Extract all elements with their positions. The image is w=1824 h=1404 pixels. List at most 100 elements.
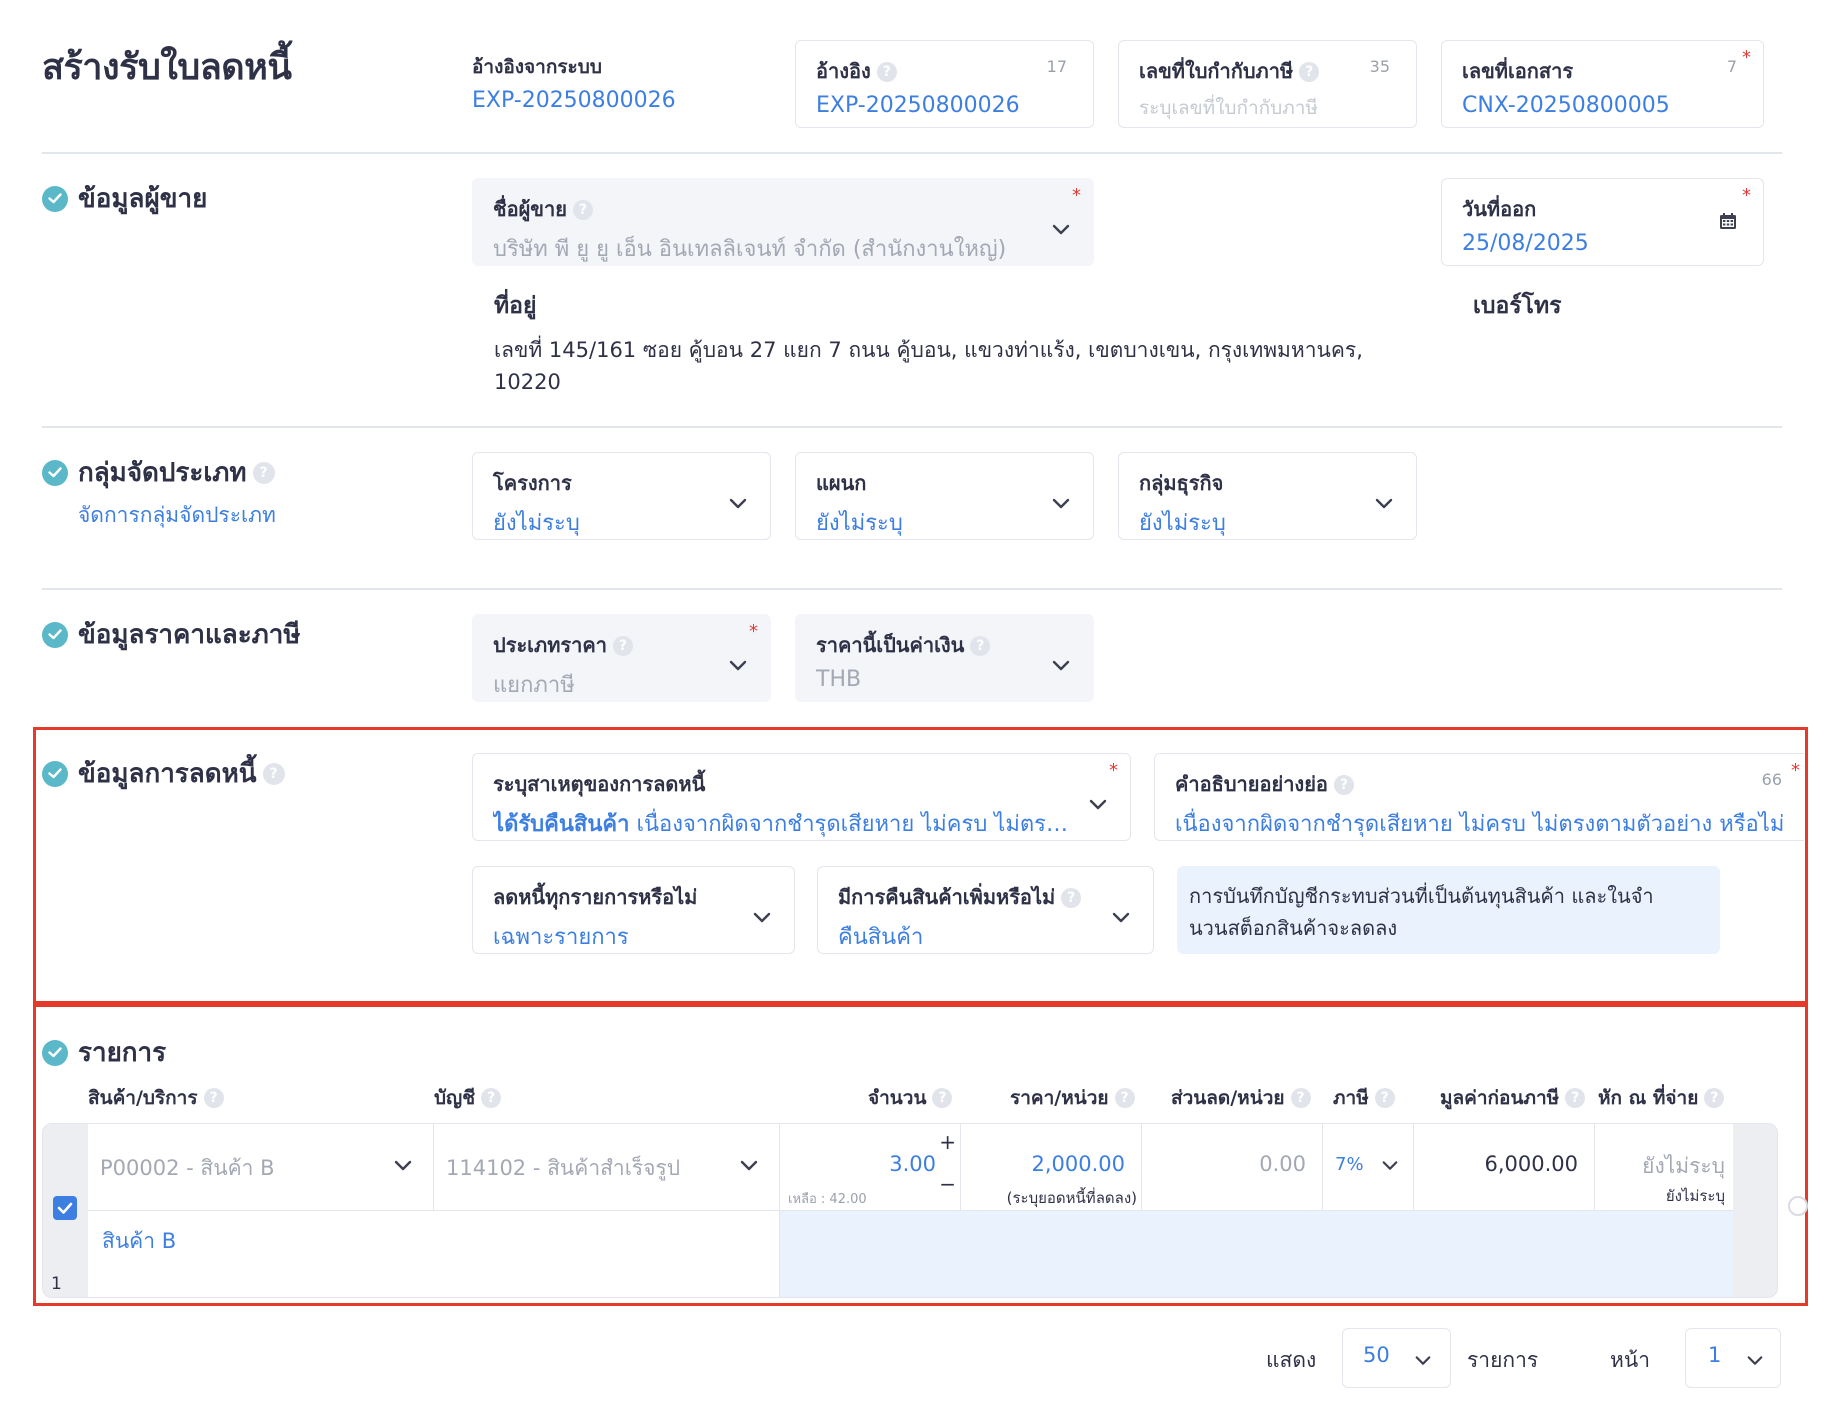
credit-reason-select[interactable]: ระบุสาเหตุของการลดหนี้ * ได้รับคืนสินค้า…: [472, 753, 1131, 841]
column-header-product: สินค้า/บริการ?: [88, 1083, 224, 1113]
return-goods-select[interactable]: มีการคืนสินค้าเพิ่มหรือไม่? คืนสินค้า: [817, 866, 1154, 954]
business-group-value: ยังไม่ระบุ: [1139, 511, 1226, 536]
withholding-value: ยังไม่ระบุ: [1642, 1154, 1725, 1178]
decrement-button[interactable]: −: [939, 1172, 956, 1196]
product-select[interactable]: P00002 - สินค้า B: [88, 1124, 434, 1210]
column-header-withholding: หัก ณ ที่จ่าย?: [1598, 1083, 1725, 1113]
help-icon[interactable]: ?: [1290, 1088, 1311, 1108]
page-size-value: 50: [1363, 1343, 1390, 1367]
increment-button[interactable]: +: [939, 1130, 956, 1154]
section-title: ข้อมูลผู้ขาย: [78, 184, 208, 214]
discount-field[interactable]: 0.00: [1142, 1124, 1323, 1210]
help-icon[interactable]: ?: [932, 1088, 953, 1108]
issue-date-field[interactable]: วันที่ออก * 25/08/2025: [1441, 178, 1764, 266]
account-value: 114102 - สินค้าสำเร็จรูป: [446, 1156, 681, 1180]
help-icon[interactable]: ?: [481, 1088, 502, 1108]
help-icon[interactable]: ?: [612, 636, 633, 656]
all-items-value: เฉพาะรายการ: [493, 925, 629, 950]
column-header-account: บัญชี?: [434, 1083, 502, 1113]
divider: [42, 588, 1782, 590]
row-handle-icon[interactable]: [1788, 1196, 1808, 1216]
credit-reason-value: ได้รับคืนสินค้า เนื่องจากผิดจากชำรุดเสีย…: [493, 812, 1078, 837]
calendar-icon[interactable]: [1719, 212, 1737, 230]
department-label: แผนก: [816, 471, 867, 495]
department-value: ยังไม่ระบุ: [816, 511, 903, 536]
help-icon[interactable]: ?: [1333, 775, 1354, 795]
tax-select[interactable]: 7%: [1323, 1124, 1414, 1210]
seller-name-select[interactable]: ชื่อผู้ขาย? * บริษัท พี ยู ยู เอ็น อินเท…: [472, 178, 1094, 266]
row-index: 1: [51, 1274, 62, 1294]
withholding-sub: ยังไม่ระบุ: [1665, 1187, 1725, 1205]
pricing-section-header: ข้อมูลราคาและภาษี: [42, 614, 301, 655]
help-icon[interactable]: ?: [1299, 62, 1320, 82]
account-select[interactable]: 114102 - สินค้าสำเร็จรูป: [434, 1124, 780, 1210]
project-select[interactable]: โครงการ ยังไม่ระบุ: [472, 452, 771, 540]
help-icon[interactable]: ?: [572, 200, 593, 220]
checkmark-icon: [57, 1202, 73, 1214]
help-icon[interactable]: ?: [262, 762, 285, 785]
chevron-down-icon: [1747, 1356, 1763, 1365]
help-icon[interactable]: ?: [1704, 1088, 1725, 1108]
help-icon[interactable]: ?: [252, 461, 275, 484]
pre-tax-value: 6,000.00: [1484, 1152, 1578, 1176]
required-mark: *: [1742, 47, 1751, 68]
unit-price-field[interactable]: 2,000.00 (ระบุยอดหนี้ที่ลดลง): [961, 1124, 1142, 1210]
price-type-select[interactable]: ประเภทราคา? * แยกภาษี: [472, 614, 771, 702]
short-description-label: คำอธิบายอย่างย่อ?: [1175, 768, 1784, 800]
item-detail-area: [780, 1210, 1733, 1297]
price-type-label: ประเภทราคา?: [493, 629, 750, 661]
quantity-stepper[interactable]: 3.00 + − เหลือ : 42.00: [780, 1124, 961, 1210]
currency-value: THB: [816, 667, 862, 692]
manage-category-link[interactable]: จัดการกลุ่มจัดประเภท: [78, 499, 276, 532]
accounting-note-line-2: นวนสต็อกสินค้าจะลดลง: [1189, 916, 1398, 940]
reference-field[interactable]: อ้างอิง? 17 EXP-20250800026: [795, 40, 1094, 128]
check-circle-icon: [42, 760, 68, 787]
divider: [42, 152, 1782, 154]
help-icon[interactable]: ?: [1114, 1088, 1135, 1108]
help-icon[interactable]: ?: [970, 636, 991, 656]
column-header-discount: ส่วนลด/หน่วย?: [1171, 1083, 1311, 1113]
department-select[interactable]: แผนก ยังไม่ระบุ: [795, 452, 1094, 540]
chevron-down-icon: [394, 1160, 412, 1171]
char-count: 35: [1369, 57, 1390, 76]
required-mark: *: [1109, 760, 1118, 781]
help-icon[interactable]: ?: [1374, 1088, 1395, 1108]
project-label: โครงการ: [493, 471, 572, 495]
phone-label: เบอร์โทร: [1473, 293, 1562, 319]
business-group-select[interactable]: กลุ่มธุรกิจ ยังไม่ระบุ: [1118, 452, 1417, 540]
withholding-select[interactable]: ยังไม่ระบุ ยังไม่ระบุ: [1595, 1124, 1733, 1210]
check-circle-icon: [42, 1039, 68, 1066]
help-icon[interactable]: ?: [1061, 888, 1082, 908]
help-icon[interactable]: ?: [1565, 1088, 1586, 1108]
address-line-2: 10220: [494, 370, 561, 394]
tax-value: 7%: [1335, 1154, 1364, 1175]
items-section-header: รายการ: [42, 1032, 166, 1073]
document-number-field[interactable]: เลขที่เอกสาร 7 * CNX-20250800005: [1441, 40, 1764, 128]
required-mark: *: [749, 621, 758, 642]
project-value: ยังไม่ระบุ: [493, 511, 580, 536]
chevron-down-icon: [1052, 660, 1070, 671]
short-description-field[interactable]: คำอธิบายอย่างย่อ? 66 * เนื่องจากผิดจากชำ…: [1154, 753, 1804, 841]
tax-invoice-field[interactable]: เลขที่ใบกำกับภาษี? 35 ระบุเลขที่ใบกำกับภ…: [1118, 40, 1417, 128]
credit-reason-label: ระบุสาเหตุของการลดหนี้: [493, 772, 706, 796]
char-count: 7: [1726, 57, 1737, 76]
help-icon[interactable]: ?: [876, 62, 897, 82]
page-title: สร้างรับใบลดหนี้: [42, 47, 292, 88]
check-circle-icon: [42, 621, 68, 648]
chevron-down-icon: [729, 660, 747, 671]
divider: [42, 426, 1782, 428]
accounting-note-line-1: การบันทึกบัญชีกระทบส่วนที่เป็นต้นทุนสินค…: [1189, 884, 1654, 908]
reference-label: อ้างอิง?: [816, 55, 1073, 87]
unit-price-note: (ระบุยอดหนี้ที่ลดลง): [1006, 1189, 1137, 1207]
item-description-field[interactable]: สินค้า B: [88, 1210, 780, 1297]
currency-select[interactable]: ราคานี้เป็นค่าเงิน? THB: [795, 614, 1094, 702]
row-checkbox[interactable]: [53, 1196, 77, 1220]
page-size-select[interactable]: 50: [1342, 1328, 1451, 1388]
all-items-select[interactable]: ลดหนี้ทุกรายการหรือไม่ เฉพาะรายการ: [472, 866, 795, 954]
help-icon[interactable]: ?: [203, 1088, 224, 1108]
short-description-value: เนื่องจากผิดจากชำรุดเสียหาย ไม่ครบ ไม่ตร…: [1175, 812, 1784, 837]
pre-tax-amount: 6,000.00: [1414, 1124, 1595, 1210]
system-reference-link[interactable]: EXP-20250800026: [472, 88, 676, 113]
page-number-select[interactable]: 1: [1685, 1328, 1781, 1388]
check-circle-icon: [42, 459, 68, 486]
